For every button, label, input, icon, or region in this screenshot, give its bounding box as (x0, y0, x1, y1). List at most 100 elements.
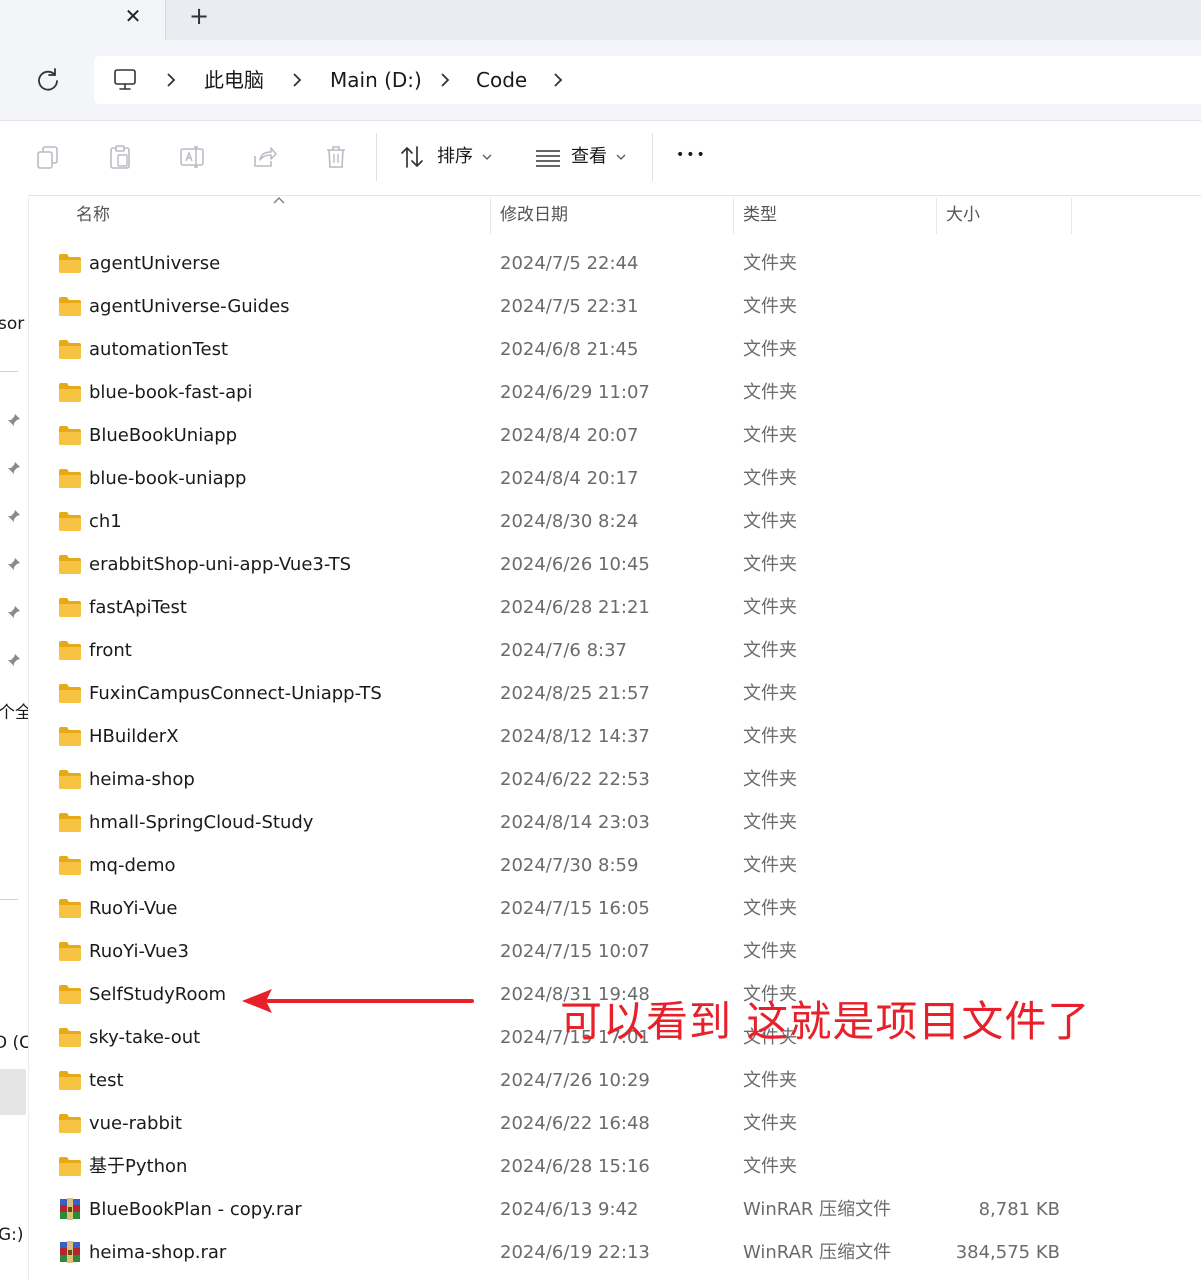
sort-icon[interactable] (398, 143, 426, 171)
folder-icon (59, 942, 81, 961)
folder-icon (59, 770, 81, 789)
column-header-name[interactable]: 名称 (66, 195, 490, 235)
file-name: ch1 (89, 511, 122, 532)
file-type: 文件夹 (743, 468, 797, 489)
file-name: 基于Python (89, 1156, 188, 1177)
file-row[interactable]: RuoYi-Vue3 2024/7/15 10:07 文件夹 (30, 930, 1201, 973)
column-header-type[interactable]: 类型 (733, 195, 936, 235)
file-name: agentUniverse-Guides (89, 296, 290, 317)
file-name: test (89, 1070, 124, 1091)
file-type: 文件夹 (743, 640, 797, 661)
file-row[interactable]: 基于Python 2024/6/28 15:16 文件夹 (30, 1145, 1201, 1188)
file-date: 2024/8/14 23:03 (500, 812, 650, 833)
chevron-right-icon[interactable] (438, 71, 452, 89)
file-row[interactable]: blue-book-uniapp 2024/8/4 20:17 文件夹 (30, 457, 1201, 500)
file-row[interactable]: hmall-SpringCloud-Study 2024/8/14 23:03 文件… (30, 801, 1201, 844)
file-name: hmall-SpringCloud-Study (89, 812, 314, 833)
file-date: 2024/7/5 22:44 (500, 253, 639, 274)
column-header-size[interactable]: 大小 (936, 195, 1071, 235)
file-name: BlueBookUniapp (89, 425, 238, 446)
file-row[interactable]: fastApiTest 2024/6/28 21:21 文件夹 (30, 586, 1201, 629)
file-name: SelfStudyRoom (89, 984, 227, 1005)
nav-item-fragment[interactable]: 个全 (0, 698, 28, 723)
breadcrumb-this-pc[interactable]: 此电脑 (204, 66, 264, 94)
chevron-right-icon[interactable] (290, 71, 304, 89)
folder-icon (59, 469, 81, 488)
new-tab-button[interactable]: + (186, 2, 212, 30)
file-date: 2024/6/8 21:45 (500, 339, 639, 360)
file-type: 文件夹 (743, 296, 797, 317)
file-type: 文件夹 (743, 339, 797, 360)
breadcrumb-main-drive[interactable]: Main (D:) (330, 66, 422, 94)
file-row[interactable]: agentUniverse 2024/7/5 22:44 文件夹 (30, 242, 1201, 285)
file-size: 8,781 KB (978, 1199, 1060, 1220)
file-name: BlueBookPlan - copy.rar (89, 1199, 302, 1220)
file-row[interactable]: vue-rabbit 2024/6/22 16:48 文件夹 (30, 1102, 1201, 1145)
navigation-pane: sor 个全 D (C G:) (0, 195, 29, 1280)
folder-icon (59, 1071, 81, 1090)
file-row[interactable]: agentUniverse-Guides 2024/7/5 22:31 文件夹 (30, 285, 1201, 328)
file-date: 2024/7/30 8:59 (500, 855, 639, 876)
file-row[interactable]: mq-demo 2024/7/30 8:59 文件夹 (30, 844, 1201, 887)
folder-icon (59, 727, 81, 746)
file-name: vue-rabbit (89, 1113, 182, 1134)
copy-icon[interactable] (34, 143, 62, 171)
file-date: 2024/8/30 8:24 (500, 511, 639, 532)
sort-button[interactable]: 排序 (437, 143, 473, 171)
file-row[interactable]: front 2024/7/6 8:37 文件夹 (30, 629, 1201, 672)
pin-icon (8, 414, 20, 426)
delete-icon[interactable] (322, 143, 350, 171)
file-row[interactable]: erabbitShop-uni-app-Vue3-TS 2024/6/26 10:… (30, 543, 1201, 586)
file-type: 文件夹 (743, 1156, 797, 1177)
nav-item-fragment[interactable]: G:) (0, 1225, 24, 1245)
file-row[interactable]: RuoYi-Vue 2024/7/15 16:05 文件夹 (30, 887, 1201, 930)
folder-icon (59, 383, 81, 402)
view-button[interactable]: 查看 (571, 143, 607, 171)
nav-item-fragment[interactable]: sor (0, 314, 24, 334)
file-type: WinRAR 压缩文件 (743, 1199, 892, 1220)
file-date: 2024/7/15 10:07 (500, 941, 650, 962)
file-row[interactable]: blue-book-fast-api 2024/6/29 11:07 文件夹 (30, 371, 1201, 414)
view-icon[interactable] (534, 143, 562, 171)
breadcrumb-code[interactable]: Code (476, 66, 527, 94)
file-row[interactable]: automationTest 2024/6/8 21:45 文件夹 (30, 328, 1201, 371)
file-row[interactable]: ch1 2024/8/30 8:24 文件夹 (30, 500, 1201, 543)
pin-icon (8, 606, 20, 618)
annotation-text: 可以看到 这就是项目文件了 (560, 997, 1091, 1046)
chevron-down-icon[interactable] (482, 153, 492, 161)
file-row[interactable]: BlueBookUniapp 2024/8/4 20:07 文件夹 (30, 414, 1201, 457)
refresh-icon[interactable] (34, 66, 62, 94)
chevron-right-icon[interactable] (164, 71, 178, 89)
address-bar[interactable]: 此电脑 Main (D:) Code (94, 56, 1201, 104)
folder-icon (59, 641, 81, 660)
file-row[interactable]: test 2024/7/26 10:29 文件夹 (30, 1059, 1201, 1102)
chevron-down-icon[interactable] (616, 153, 626, 161)
more-options-icon[interactable]: ••• (676, 141, 707, 169)
file-row[interactable]: heima-shop 2024/6/22 22:53 文件夹 (30, 758, 1201, 801)
file-row[interactable]: FuxinCampusConnect-Uniapp-TS 2024/8/25 21… (30, 672, 1201, 715)
chevron-right-icon[interactable] (551, 71, 565, 89)
paste-icon[interactable] (106, 143, 134, 171)
file-row[interactable]: heima-shop.rar 2024/6/19 22:13 WinRAR 压缩文件… (30, 1231, 1201, 1274)
file-size: 384,575 KB (955, 1242, 1060, 1263)
annotation-arrow (242, 989, 474, 1013)
file-name: RuoYi-Vue (89, 898, 178, 919)
folder-icon (59, 856, 81, 875)
computer-icon[interactable] (112, 67, 138, 93)
file-row[interactable]: BlueBookPlan - copy.rar 2024/6/13 9:42 Win… (30, 1188, 1201, 1231)
file-row[interactable]: HBuilderX 2024/8/12 14:37 文件夹 (30, 715, 1201, 758)
rename-icon[interactable] (178, 143, 206, 171)
nav-item-selected[interactable] (0, 1069, 26, 1115)
nav-item-fragment[interactable]: D (C (0, 1033, 28, 1053)
share-icon[interactable] (250, 143, 278, 171)
column-header-date[interactable]: 修改日期 (490, 195, 733, 235)
tab-strip: ✕ + (0, 0, 1201, 40)
file-name: FuxinCampusConnect-Uniapp-TS (89, 683, 382, 704)
close-tab-icon[interactable]: ✕ (122, 3, 144, 29)
column-divider[interactable] (1071, 198, 1072, 234)
file-date: 2024/6/26 10:45 (500, 554, 650, 575)
file-name: sky-take-out (89, 1027, 201, 1048)
folder-icon (59, 426, 81, 445)
active-tab[interactable]: ✕ (0, 0, 166, 40)
file-date: 2024/8/12 14:37 (500, 726, 650, 747)
